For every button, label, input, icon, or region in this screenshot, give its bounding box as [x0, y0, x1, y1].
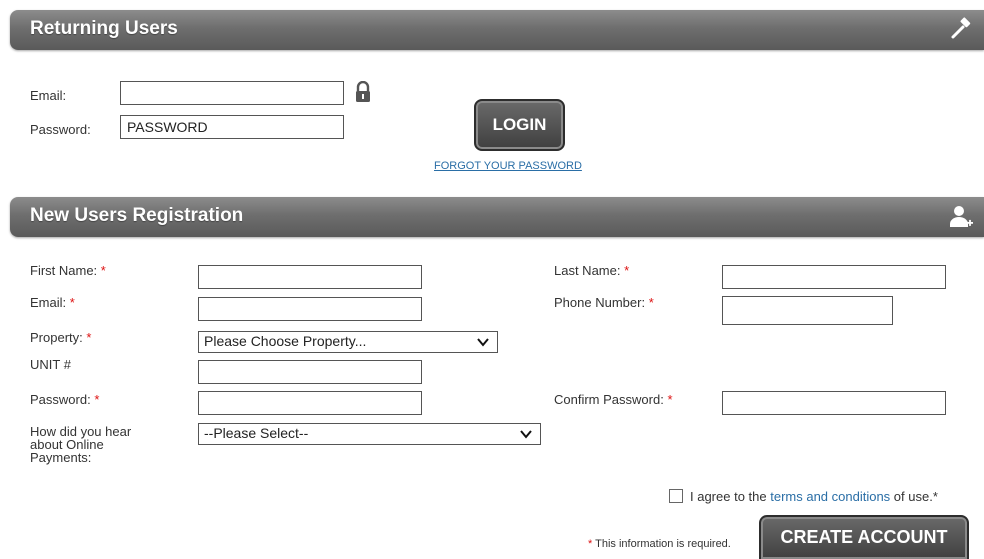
last-name-input[interactable] — [722, 265, 946, 289]
heard-about-select[interactable]: --Please Select-- — [198, 423, 541, 445]
email-label: Email: * — [30, 295, 75, 310]
forgot-password-link[interactable]: FORGOT YOUR PASSWORD — [434, 159, 582, 174]
login-password-label: Password: — [30, 122, 91, 137]
last-name-label: Last Name: * — [554, 263, 630, 278]
first-name-input[interactable] — [198, 265, 422, 289]
unit-input[interactable] — [198, 360, 422, 384]
confirm-password-label: Confirm Password: * — [554, 392, 673, 407]
phone-input[interactable] — [722, 296, 893, 325]
first-name-label: First Name: * — [30, 263, 106, 278]
property-select[interactable]: Please Choose Property... — [198, 331, 498, 353]
returning-users-header: Returning Users — [10, 10, 984, 50]
phone-label: Phone Number: * — [554, 295, 654, 310]
registration-header: New Users Registration — [10, 197, 984, 237]
login-button-label: LOGIN — [492, 115, 547, 134]
login-email-input[interactable] — [120, 81, 344, 105]
property-label: Property: * — [30, 330, 92, 345]
terms-label: I agree to the terms and conditions of u… — [690, 489, 938, 504]
property-select-value: Please Choose Property... — [204, 333, 367, 349]
lock-icon — [356, 81, 370, 102]
heard-about-label: How did you hear about Online Payments: — [30, 424, 132, 465]
login-button[interactable]: LOGIN — [474, 99, 565, 151]
returning-users-title: Returning Users — [30, 18, 178, 39]
login-email-label: Email: — [30, 88, 67, 103]
password-input[interactable] — [198, 391, 422, 415]
required-note: * This information is required. — [588, 538, 731, 550]
heard-about-select-value: --Please Select-- — [204, 425, 309, 441]
password-label: Password: * — [30, 392, 100, 407]
confirm-password-input[interactable] — [722, 391, 946, 415]
chevron-down-icon — [520, 430, 532, 439]
add-user-icon — [950, 206, 973, 227]
login-password-input[interactable] — [120, 115, 344, 139]
create-account-button[interactable]: CREATE ACCOUNT — [759, 515, 969, 559]
unit-label: UNIT # — [30, 357, 71, 372]
registration-title: New Users Registration — [30, 205, 244, 226]
hammer-icon — [951, 17, 971, 39]
terms-link[interactable]: terms and conditions — [770, 489, 890, 504]
terms-checkbox[interactable] — [669, 489, 683, 503]
chevron-down-icon — [477, 338, 489, 347]
email-input[interactable] — [198, 297, 422, 321]
create-account-button-label: CREATE ACCOUNT — [780, 527, 948, 547]
